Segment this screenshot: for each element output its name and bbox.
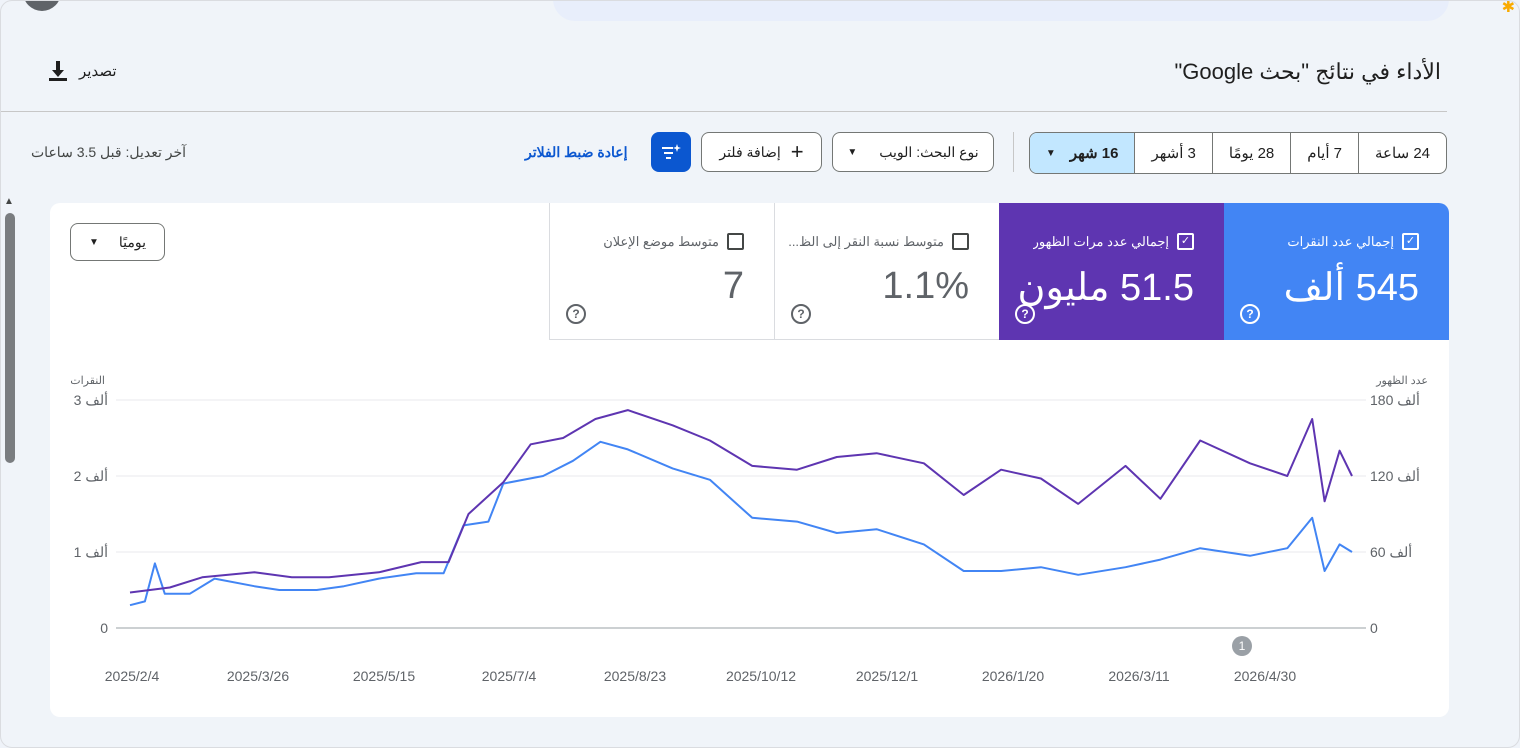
performance-chart[interactable]: 0 0 1 ألف 60 ألف 2 ألف 120 ألف 3 ألف 180 ألف الن… (50, 203, 1449, 717)
caret-down-icon: ▼ (847, 146, 858, 158)
search-bar[interactable] (553, 1, 1449, 21)
divider (1, 111, 1447, 112)
x-tick-label: 2025/7/4 (482, 668, 537, 684)
scrollbar[interactable] (5, 213, 15, 463)
key-icon: ✱ (1501, 0, 1515, 16)
date-range-selector: 24 ساعة 7 أيام 28 يومًا 3 أشهر 16 شهر ▼ (1028, 132, 1447, 174)
left-tick-label: 3 ألف (74, 390, 108, 408)
right-tick-label: 60 ألف (1370, 542, 1412, 560)
avatar[interactable] (23, 1, 61, 11)
scroll-up-icon[interactable]: ▲ (4, 196, 14, 207)
range-24h[interactable]: 24 ساعة (1358, 133, 1446, 173)
last-edited-text: آخر تعديل: قبل 3.5 ساعات (31, 144, 187, 160)
clicks-series-line (129, 440, 1353, 607)
export-button[interactable]: تصدير (47, 59, 117, 83)
page-title: الأداء في نتائج "بحث Google" (1174, 59, 1441, 84)
x-tick-label: 2025/10/12 (726, 668, 796, 684)
right-tick-label: 0 (1370, 620, 1378, 636)
filter-sparkle-icon (662, 144, 681, 159)
left-axis-title: النقرات (70, 375, 105, 387)
caret-down-icon: ▼ (1045, 147, 1056, 159)
export-label: تصدير (79, 63, 117, 80)
left-tick-label: 0 (100, 620, 108, 636)
right-tick-label: 120 ألف (1370, 466, 1420, 484)
reset-filters-link[interactable]: إعادة ضبط الفلاتر (525, 144, 627, 161)
right-tick-label: 180 ألف (1370, 390, 1420, 408)
impressions-series-line (129, 409, 1353, 594)
annotation-label: 1 (1239, 639, 1246, 653)
x-tick-label: 2025/12/1 (856, 668, 918, 684)
range-3m[interactable]: 3 أشهر (1134, 133, 1211, 173)
add-filter-button[interactable]: + إضافة فلتر (701, 132, 822, 172)
left-tick-label: 2 ألف (74, 466, 108, 484)
range-16m[interactable]: 16 شهر ▼ (1029, 133, 1135, 173)
plus-icon: + (790, 139, 804, 164)
performance-card: يوميًا ▼ ✓ إجمالي عدد النقرات 545 ألف ? ✓… (50, 203, 1449, 717)
add-filter-label: إضافة فلتر (719, 143, 781, 160)
right-axis-title: عدد الظهور (1375, 375, 1428, 387)
app-frame: ✱ الأداء في نتائج "بحث Google" تصدير 24 … (0, 0, 1520, 748)
search-type-label: نوع البحث: الويب (879, 143, 979, 160)
toolbar-separator (1013, 132, 1014, 172)
x-tick-label: 2026/3/11 (1108, 668, 1169, 684)
smart-filter-button[interactable] (651, 132, 691, 172)
x-tick-label: 2025/2/4 (105, 668, 160, 684)
x-tick-label: 2026/1/20 (982, 668, 1044, 684)
x-tick-label: 2025/8/23 (604, 668, 666, 684)
range-28d[interactable]: 28 يومًا (1211, 133, 1290, 173)
download-icon (49, 61, 67, 81)
x-tick-label: 2025/5/15 (353, 668, 415, 684)
left-tick-label: 1 ألف (74, 542, 108, 560)
range-7d[interactable]: 7 أيام (1290, 133, 1358, 173)
x-tick-label: 2026/4/30 (1234, 668, 1296, 684)
search-type-dropdown[interactable]: نوع البحث: الويب ▼ (832, 132, 994, 172)
x-tick-label: 2025/3/26 (227, 668, 289, 684)
